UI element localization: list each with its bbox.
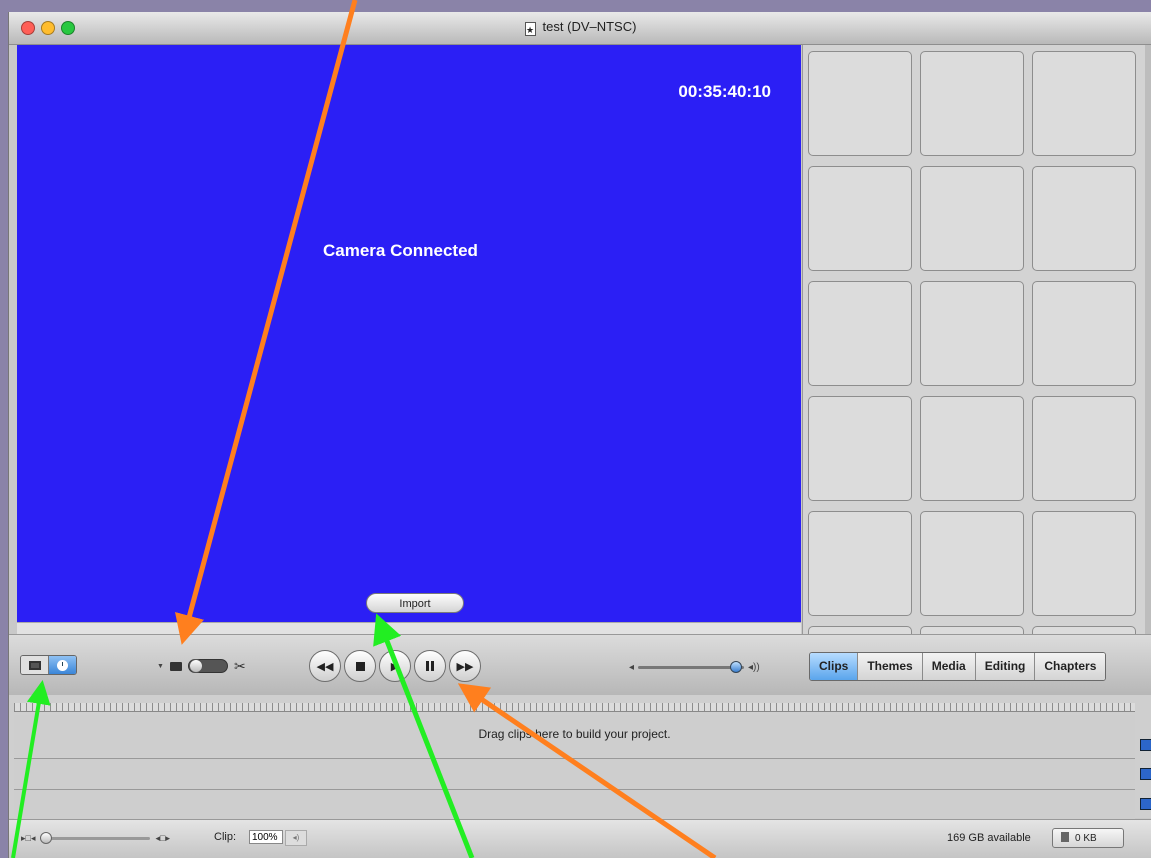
camera-icon xyxy=(169,661,182,671)
clip-volume-icon[interactable]: ◂) xyxy=(285,830,307,846)
tab-chapters[interactable]: Chapters xyxy=(1035,653,1106,680)
clip-well[interactable] xyxy=(1032,511,1136,616)
document-icon: ★ xyxy=(524,22,536,36)
timeline-viewer-button[interactable] xyxy=(49,656,76,674)
rewind-icon: ◀◀ xyxy=(316,660,334,673)
timeline-ruler[interactable] xyxy=(14,703,1135,712)
audio-track-1-checkbox[interactable] xyxy=(1140,768,1151,780)
zoom-slider[interactable] xyxy=(40,832,151,844)
switch-knob[interactable] xyxy=(188,659,203,673)
clip-viewer-button[interactable] xyxy=(21,656,49,674)
import-button[interactable]: Import xyxy=(366,593,464,613)
audio-track-1[interactable] xyxy=(14,758,1135,789)
pause-icon xyxy=(426,661,434,671)
speaker-high-icon: ◂)) xyxy=(748,662,760,673)
clip-well[interactable] xyxy=(920,51,1024,156)
fast-forward-icon: ▶▶ xyxy=(456,660,474,673)
audio-track-2[interactable] xyxy=(14,789,1135,820)
scissors-icon: ✂ xyxy=(233,657,246,674)
zoom-out-icon: ▸□◂ xyxy=(21,833,36,843)
video-track-checkbox[interactable] xyxy=(1140,739,1151,751)
volume-slider[interactable] xyxy=(638,661,745,673)
trash-size: 0 KB xyxy=(1075,833,1097,844)
trash-icon xyxy=(1061,832,1069,842)
clip-well[interactable] xyxy=(920,511,1024,616)
tab-media[interactable]: Media xyxy=(922,653,976,680)
clip-well[interactable] xyxy=(1032,281,1136,386)
zoom-in-icon: ◂□▸ xyxy=(155,833,170,843)
scrubber-bar[interactable] xyxy=(17,622,801,634)
clip-well[interactable] xyxy=(920,396,1024,501)
play-icon: ▶ xyxy=(390,660,400,673)
zoom-knob[interactable] xyxy=(40,832,53,844)
timecode-display: 00:35:40:10 xyxy=(678,82,771,101)
stop-icon xyxy=(355,661,365,671)
tab-editing[interactable]: Editing xyxy=(975,653,1036,680)
clip-well[interactable] xyxy=(808,51,912,156)
clip-well[interactable] xyxy=(808,281,912,386)
title-bar[interactable]: ★ test (DV–NTSC) xyxy=(9,12,1151,45)
transport-controls: ◀◀ ▶ ▶▶ xyxy=(309,650,481,682)
control-toolbar: ▼ ✂ ◀◀ ▶ ▶▶ ◂ ◂)) Clips Themes Media Editin… xyxy=(9,634,1151,695)
audio-track-2-checkbox[interactable] xyxy=(1140,798,1151,810)
video-track[interactable]: Drag clips here to build your project. xyxy=(14,715,1135,757)
fast-forward-button[interactable]: ▶▶ xyxy=(449,650,481,682)
status-bar: ▸□◂ ◂□▸ Clip: ◂) 169 GB available 0 KB xyxy=(9,819,1151,858)
video-monitor[interactable]: 00:35:40:10 Camera Connected Import xyxy=(17,45,801,622)
camera-status: Camera Connected xyxy=(323,241,478,260)
clip-volume-label: Clip: xyxy=(214,831,237,843)
disk-space-label: 169 GB available xyxy=(947,832,1031,844)
camera-edit-mode[interactable]: ▼ ✂ xyxy=(157,657,246,675)
volume-control: ◂ ◂)) xyxy=(629,661,760,673)
trash-button[interactable]: 0 KB xyxy=(1052,828,1124,848)
volume-knob[interactable] xyxy=(730,661,743,673)
clip-well[interactable] xyxy=(920,281,1024,386)
clip-grid xyxy=(808,51,1136,637)
speaker-low-icon: ◂ xyxy=(629,662,635,673)
imovie-window: ★ test (DV–NTSC) 00:35:40:10 Camera Conne… xyxy=(8,12,1151,858)
tab-themes[interactable]: Themes xyxy=(858,653,923,680)
clip-viewer-timeline: Drag clips here to build your project. xyxy=(9,695,1151,820)
play-button[interactable]: ▶ xyxy=(379,650,411,682)
clip-volume-field[interactable] xyxy=(249,830,283,844)
clip-well[interactable] xyxy=(1032,51,1136,156)
window-title: test (DV–NTSC) xyxy=(542,19,637,34)
clip-well[interactable] xyxy=(808,166,912,271)
stop-button[interactable] xyxy=(344,650,376,682)
window-title-wrap: ★ test (DV–NTSC) xyxy=(9,19,1151,36)
clip-well[interactable] xyxy=(808,396,912,501)
clip-well[interactable] xyxy=(1032,396,1136,501)
clock-icon xyxy=(57,659,68,671)
film-strip-icon xyxy=(28,660,41,670)
pause-button[interactable] xyxy=(414,650,446,682)
triangle-down-icon[interactable]: ▼ xyxy=(157,663,164,670)
rewind-button[interactable]: ◀◀ xyxy=(309,650,341,682)
timeline-placeholder: Drag clips here to build your project. xyxy=(478,727,671,741)
tab-clips[interactable]: Clips xyxy=(810,653,859,680)
timeline-zoom: ▸□◂ ◂□▸ xyxy=(21,832,170,844)
pane-tabs: Clips Themes Media Editing Chapters xyxy=(809,652,1107,681)
view-mode-toggle[interactable] xyxy=(20,655,77,675)
clips-pane xyxy=(802,45,1151,637)
clip-well[interactable] xyxy=(1032,166,1136,271)
clips-scrollbar[interactable] xyxy=(1145,45,1151,637)
clip-well[interactable] xyxy=(808,511,912,616)
camera-edit-switch[interactable] xyxy=(187,659,228,673)
clip-well[interactable] xyxy=(920,166,1024,271)
